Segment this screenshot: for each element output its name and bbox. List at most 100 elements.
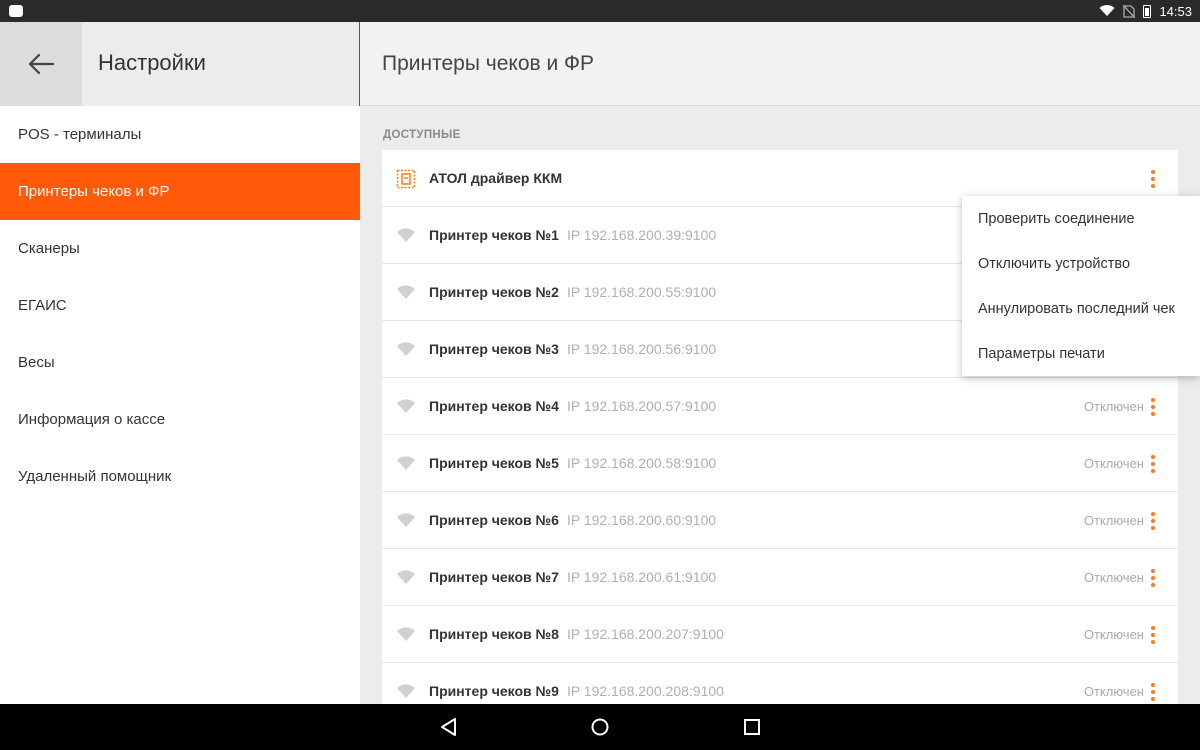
dot-icon <box>1151 697 1155 701</box>
notification-icon <box>9 5 23 17</box>
printer-title: Принтер чеков №6 <box>429 512 559 528</box>
dot-icon <box>1151 469 1155 473</box>
wifi-icon <box>397 285 415 299</box>
dot-icon <box>1151 398 1155 402</box>
wifi-icon <box>397 513 415 527</box>
printer-ip: IP 192.168.200.208:9100 <box>566 683 724 699</box>
status-bar-right: 14:53 <box>1099 0 1192 22</box>
printer-ip: IP 192.168.200.58:9100 <box>566 455 717 471</box>
wifi-icon <box>397 456 415 470</box>
printer-name: Принтер чеков №8 IP 192.168.200.207:9100 <box>429 626 724 642</box>
printer-name: Принтер чеков №2 IP 192.168.200.55:9100 <box>429 284 716 300</box>
dot-icon <box>1151 177 1155 181</box>
list-item-printer-4[interactable]: Принтер чеков №4 IP 192.168.200.57:9100 О… <box>382 378 1178 435</box>
more-options-button[interactable] <box>1142 624 1164 646</box>
sidebar-item-printers[interactable]: Принтеры чеков и ФР <box>0 163 360 220</box>
more-options-button[interactable] <box>1142 510 1164 532</box>
section-label-available: ДОСТУПНЫЕ <box>383 129 461 141</box>
dot-icon <box>1151 519 1155 523</box>
dot-icon <box>1151 626 1155 630</box>
more-options-button[interactable] <box>1142 453 1164 475</box>
list-item-printer-6[interactable]: Принтер чеков №6 IP 192.168.200.60:9100 О… <box>382 492 1178 549</box>
printer-name: Принтер чеков №3 IP 192.168.200.56:9100 <box>429 341 716 357</box>
sidebar-item-scales[interactable]: Весы <box>0 334 360 391</box>
wifi-icon <box>397 399 415 413</box>
more-options-button[interactable] <box>1142 681 1164 703</box>
more-options-button[interactable] <box>1142 168 1164 190</box>
menu-item-print-settings[interactable]: Параметры печати <box>962 331 1200 376</box>
wifi-icon <box>397 342 415 356</box>
dot-icon <box>1151 583 1155 587</box>
dot-icon <box>1151 184 1155 188</box>
printer-ip: IP 192.168.200.61:9100 <box>566 569 717 585</box>
printer-title: Принтер чеков №1 <box>429 227 559 243</box>
printer-ip: IP 192.168.200.55:9100 <box>566 284 717 300</box>
sidebar-item-pos-terminals[interactable]: POS - терминалы <box>0 106 360 163</box>
dot-icon <box>1151 633 1155 637</box>
printer-name: Принтер чеков №9 IP 192.168.200.208:9100 <box>429 683 724 699</box>
sidebar-item-egais[interactable]: ЕГАИС <box>0 277 360 334</box>
printer-ip: IP 192.168.200.60:9100 <box>566 512 717 528</box>
dot-icon <box>1151 405 1155 409</box>
battery-icon <box>1143 4 1152 18</box>
sidebar-item-remote-assistant[interactable]: Удаленный помощник <box>0 448 360 505</box>
dot-icon <box>1151 455 1155 459</box>
no-sim-icon <box>1123 4 1136 18</box>
more-options-button[interactable] <box>1142 567 1164 589</box>
home-circle-icon[interactable] <box>589 716 611 738</box>
printer-title: Принтер чеков №8 <box>429 626 559 642</box>
wifi-icon <box>397 228 415 242</box>
printer-title: Принтер чеков №3 <box>429 341 559 357</box>
wifi-icon <box>397 627 415 641</box>
dot-icon <box>1151 569 1155 573</box>
printer-title: Принтер чеков №7 <box>429 569 559 585</box>
dot-icon <box>1151 683 1155 687</box>
dot-icon <box>1151 512 1155 516</box>
printer-status: Отключен <box>1083 683 1144 699</box>
printer-ip: IP 192.168.200.39:9100 <box>566 227 717 243</box>
status-time: 14:53 <box>1159 3 1192 19</box>
sidebar-item-cash-info[interactable]: Информация о кассе <box>0 391 360 448</box>
printer-name: Принтер чеков №7 IP 192.168.200.61:9100 <box>429 569 716 585</box>
printer-status: Отключен <box>1083 626 1144 642</box>
printer-status: Отключен <box>1083 569 1144 585</box>
printer-ip: IP 192.168.200.57:9100 <box>566 398 717 414</box>
printer-title: Принтер чеков №2 <box>429 284 559 300</box>
printer-title: Принтер чеков №4 <box>429 398 559 414</box>
printer-status: Отключен <box>1083 455 1144 471</box>
more-options-button[interactable] <box>1142 396 1164 418</box>
back-triangle-icon[interactable] <box>438 716 460 738</box>
printer-title: Принтер чеков №5 <box>429 455 559 471</box>
printer-name: Принтер чеков №6 IP 192.168.200.60:9100 <box>429 512 716 528</box>
list-item-printer-8[interactable]: Принтер чеков №8 IP 192.168.200.207:9100 … <box>382 606 1178 663</box>
printer-name: Принтер чеков №1 IP 192.168.200.39:9100 <box>429 227 716 243</box>
list-item-printer-9[interactable]: Принтер чеков №9 IP 192.168.200.208:9100 … <box>382 663 1178 704</box>
settings-header: Настройки <box>0 22 360 106</box>
recents-square-icon[interactable] <box>741 716 763 738</box>
printer-ip: IP 192.168.200.207:9100 <box>566 626 724 642</box>
settings-title: Настройки <box>98 50 206 75</box>
sidebar: POS - терминалы Принтеры чеков и ФР Скан… <box>0 106 360 704</box>
menu-item-disconnect-device[interactable]: Отключить устройство <box>962 241 1200 286</box>
dot-icon <box>1151 526 1155 530</box>
dot-icon <box>1151 576 1155 580</box>
page-header: Принтеры чеков и ФР <box>360 22 1200 106</box>
list-item-printer-5[interactable]: Принтер чеков №5 IP 192.168.200.58:9100 О… <box>382 435 1178 492</box>
printer-title: Принтер чеков №9 <box>429 683 559 699</box>
arrow-back-icon <box>28 53 55 75</box>
printer-name: АТОЛ драйвер ККМ <box>429 170 563 186</box>
printer-name: Принтер чеков №4 IP 192.168.200.57:9100 <box>429 398 716 414</box>
printer-name: Принтер чеков №5 IP 192.168.200.58:9100 <box>429 455 716 471</box>
menu-item-cancel-last-receipt[interactable]: Аннулировать последний чек <box>962 286 1200 331</box>
sidebar-item-scanners[interactable]: Сканеры <box>0 220 360 277</box>
dot-icon <box>1151 640 1155 644</box>
menu-item-check-connection[interactable]: Проверить соединение <box>962 196 1200 241</box>
printer-status: Отключен <box>1083 512 1144 528</box>
atol-driver-icon <box>396 169 416 189</box>
dot-icon <box>1151 690 1155 694</box>
page-title: Принтеры чеков и ФР <box>382 52 595 75</box>
back-button[interactable] <box>0 22 82 106</box>
list-item-printer-7[interactable]: Принтер чеков №7 IP 192.168.200.61:9100 О… <box>382 549 1178 606</box>
status-bar: 14:53 <box>0 0 1200 22</box>
dot-icon <box>1151 462 1155 466</box>
